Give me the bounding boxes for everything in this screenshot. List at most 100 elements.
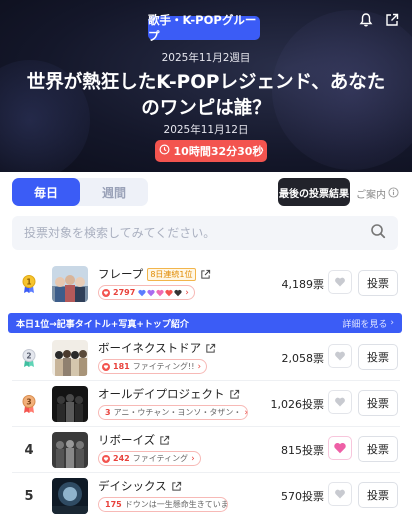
svg-text:1: 1 <box>26 277 31 286</box>
vote-button[interactable]: 投票 <box>358 344 398 370</box>
vote-button[interactable]: 投票 <box>358 390 398 416</box>
bell-icon[interactable] <box>358 12 374 28</box>
artist-name: リボーイズ <box>98 433 156 447</box>
search-input[interactable] <box>24 226 370 240</box>
svg-text:3: 3 <box>26 397 31 406</box>
fan-message: アニ・ウチャン・ヨンソ・タザン・ <box>113 408 242 417</box>
artist-name: オールデイプロジェクト <box>98 387 225 401</box>
share-icon[interactable] <box>384 12 400 28</box>
heart-filled-icon <box>334 442 346 454</box>
fan-count: 181 <box>113 362 130 371</box>
promo-text: 本日1位→記事タイトル+写真+トップ紹介 <box>16 319 189 330</box>
heart-badge-icon <box>102 362 110 371</box>
fan-message: ファイティング!! <box>132 362 195 371</box>
artist-thumbnail[interactable] <box>52 266 88 302</box>
info-icon <box>388 186 399 201</box>
rank-medal-silver: 2 <box>18 332 40 384</box>
vote-button[interactable]: 投票 <box>358 482 398 508</box>
promo-more-link[interactable]: 詳細を見る › <box>342 317 394 330</box>
external-link-icon[interactable] <box>171 481 182 492</box>
artist-name: ボーイネクストドア <box>98 341 202 355</box>
artist-name-row[interactable]: ボーイネクストドア <box>98 340 216 356</box>
chevron-right-icon: › <box>390 318 394 328</box>
external-link-icon[interactable] <box>159 435 170 446</box>
heart-icon <box>335 351 345 361</box>
fan-message: ファイティング <box>132 454 189 463</box>
heart-badge-icon <box>102 288 110 297</box>
hero-banner: 歌手・K-POPグループ 2025年11月2週目 世界が熱狂したK-POPレジェ… <box>0 0 412 172</box>
vote-button[interactable]: 投票 <box>358 270 398 296</box>
rank-medal-bronze: 3 <box>18 378 40 430</box>
rank-medal-gold: 1 <box>18 258 40 310</box>
fan-message-pill[interactable]: 2797 › <box>98 285 195 300</box>
countdown-timer: 10時間32分30秒 <box>155 140 267 162</box>
artist-name: フレープ <box>98 267 144 281</box>
artist-thumbnail[interactable] <box>52 478 88 514</box>
fan-count: 2797 <box>113 288 136 297</box>
chevron-right-icon: › <box>191 453 195 464</box>
countdown-text: 10時間32分30秒 <box>173 145 264 158</box>
fan-message-pill[interactable]: 181 ファイティング!! › <box>98 359 208 374</box>
vote-count: 2,058票 <box>281 352 325 365</box>
ranking-row: 5 デイシックス 175 ドウンは一生懸命生きていま › 570投票 投票 <box>0 470 412 522</box>
like-button[interactable] <box>328 482 352 506</box>
artist-name-row[interactable]: オールデイプロジェクト <box>98 386 240 402</box>
bronze-medal-icon: 3 <box>22 395 36 413</box>
ranking-row: 3 オールデイプロジェクト 3 アニ・ウチャン・ヨンソ・タザン・ › 1,026… <box>0 378 412 430</box>
heart-icon <box>335 277 345 287</box>
vote-button[interactable]: 投票 <box>358 436 398 462</box>
svg-text:2: 2 <box>26 351 31 360</box>
heart-icon <box>335 489 345 499</box>
rank-number: 5 <box>24 488 34 504</box>
chevron-right-icon: › <box>185 287 189 298</box>
rank-number: 4 <box>24 442 34 458</box>
tab-weekly[interactable]: 週間 <box>80 178 148 206</box>
ranking-row: 2 ボーイネクストドア 181 ファイティング!! › 2,058票 投票 <box>0 332 412 384</box>
artist-name-row[interactable]: デイシックス <box>98 478 182 494</box>
consecutive-badge: 8日連続1位 <box>147 267 196 281</box>
external-link-icon[interactable] <box>229 389 240 400</box>
artist-thumbnail[interactable] <box>52 432 88 468</box>
like-button[interactable] <box>328 270 352 294</box>
artist-name-row[interactable]: フレープ 8日連続1位 <box>98 266 211 282</box>
guide-link[interactable]: ご案内 <box>356 186 399 201</box>
heart-badge-icon <box>102 454 110 463</box>
clock-icon <box>159 144 170 158</box>
tab-daily[interactable]: 毎日 <box>12 178 80 206</box>
like-button-active[interactable] <box>328 436 352 460</box>
artist-thumbnail[interactable] <box>52 386 88 422</box>
fan-count: 242 <box>113 454 130 463</box>
promo-banner[interactable]: 本日1位→記事タイトル+写真+トップ紹介 詳細を見る › <box>8 313 402 333</box>
artist-name-row[interactable]: リボーイズ <box>98 432 170 448</box>
ranking-row: 4 リボーイズ 242 ファイティング › 815投票 投票 <box>0 424 412 476</box>
external-link-icon[interactable] <box>200 269 211 280</box>
like-button[interactable] <box>328 390 352 414</box>
vote-count: 1,026投票 <box>270 398 325 411</box>
guide-label: ご案内 <box>356 190 386 201</box>
like-button[interactable] <box>328 344 352 368</box>
gold-medal-icon: 1 <box>22 275 36 293</box>
vote-count: 4,189票 <box>281 278 325 291</box>
last-result-button[interactable]: 最後の投票結果 <box>278 178 350 206</box>
page-title: 世界が熱狂したK-POPレジェンド、あなたのワンピは誰？ <box>26 72 386 119</box>
category-badge: 歌手・K-POPグループ <box>148 13 260 43</box>
hero-icon-group <box>358 12 400 28</box>
chevron-right-icon: › <box>244 407 248 418</box>
search-icon[interactable] <box>370 223 386 243</box>
fan-message-pill[interactable]: 175 ドウンは一生懸命生きていま › <box>98 497 228 512</box>
fan-hearts-icon <box>138 289 182 297</box>
vote-count: 815投票 <box>281 444 324 457</box>
vote-count: 570投票 <box>281 490 324 503</box>
heart-icon <box>335 397 345 407</box>
week-label: 2025年11月2週目 <box>161 52 251 64</box>
external-link-icon[interactable] <box>205 343 216 354</box>
chevron-right-icon: › <box>197 361 202 372</box>
event-date: 2025年11月12日 <box>163 124 249 136</box>
fan-message-pill[interactable]: 242 ファイティング › <box>98 451 201 466</box>
fan-count: 3 <box>105 408 111 417</box>
artist-name: デイシックス <box>98 479 167 493</box>
fan-message-pill[interactable]: 3 アニ・ウチャン・ヨンソ・タザン・ › <box>98 405 248 420</box>
artist-thumbnail[interactable] <box>52 340 88 376</box>
ranking-row: 1 フレープ 8日連続1位 2797 › 4,189票 投票 <box>0 258 412 310</box>
period-tabs: 毎日 週間 <box>12 178 148 206</box>
